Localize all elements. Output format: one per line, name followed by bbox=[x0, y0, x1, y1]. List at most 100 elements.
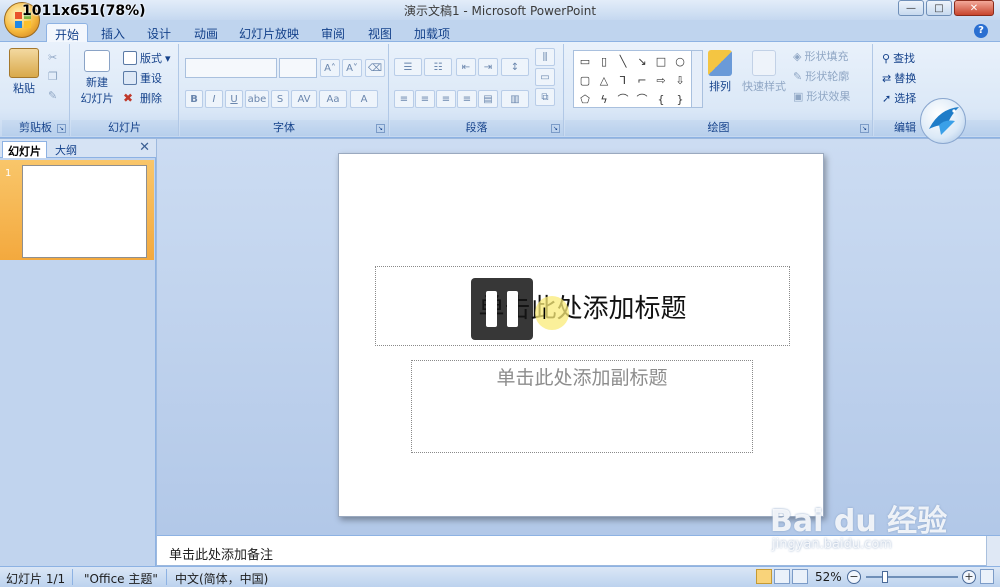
normal-view-button[interactable] bbox=[756, 569, 772, 584]
tab-insert[interactable]: 插入 bbox=[93, 23, 133, 42]
font-family-select[interactable] bbox=[185, 58, 277, 78]
select-button[interactable]: ➚ 选择 bbox=[882, 89, 916, 107]
help-icon[interactable]: ? bbox=[974, 24, 988, 38]
connector-shape-icon[interactable]: ⅂ bbox=[614, 71, 632, 89]
align-right-button[interactable]: ≡ bbox=[436, 90, 456, 108]
tab-slides[interactable]: 幻灯片 bbox=[2, 141, 47, 158]
new-slide-label-1: 新建 bbox=[86, 76, 108, 89]
reset-button[interactable]: 重设 bbox=[123, 69, 162, 87]
delete-button[interactable]: ✖ 删除 bbox=[123, 89, 162, 107]
copy-button[interactable]: ❐ bbox=[48, 67, 58, 85]
slide-sorter-view-button[interactable] bbox=[774, 569, 790, 584]
slide-thumbnail[interactable] bbox=[22, 165, 147, 258]
bullets-button[interactable]: ☰ bbox=[394, 58, 422, 76]
change-case-button[interactable]: Aa bbox=[319, 90, 347, 108]
shape-fill-button[interactable]: ◈ 形状填充 bbox=[793, 47, 848, 65]
tab-design[interactable]: 设计 bbox=[139, 23, 179, 42]
curve-shape-icon[interactable]: ⌒ bbox=[614, 90, 632, 108]
font-color-button[interactable]: A bbox=[350, 90, 378, 108]
slideshow-view-button[interactable] bbox=[792, 569, 808, 584]
bold-button[interactable]: B bbox=[185, 90, 203, 108]
tab-slideshow[interactable]: 幻灯片放映 bbox=[231, 23, 307, 42]
clipboard-launcher-icon[interactable]: ↘ bbox=[57, 124, 66, 133]
line-spacing-button[interactable]: ↕ bbox=[501, 58, 529, 76]
subtitle-placeholder[interactable]: 单击此处添加副标题 bbox=[411, 360, 753, 453]
align-text-button[interactable]: ▭ bbox=[535, 68, 555, 86]
shrink-font-button[interactable]: A˅ bbox=[342, 59, 362, 77]
line-shape-icon[interactable]: ╲ bbox=[614, 52, 632, 70]
close-button[interactable]: ✕ bbox=[954, 0, 994, 16]
tab-outline[interactable]: 大纲 bbox=[50, 141, 82, 158]
slide-canvas[interactable]: 单击此处添加标题 单击此处添加副标题 I bbox=[338, 153, 824, 517]
pentagon-shape-icon[interactable]: ⬠ bbox=[576, 90, 594, 108]
zoom-out-button[interactable]: − bbox=[847, 570, 861, 584]
notes-scrollbar[interactable] bbox=[986, 536, 1000, 566]
triangle-shape-icon[interactable]: △ bbox=[595, 71, 613, 89]
increase-indent-button[interactable]: ⇥ bbox=[478, 58, 498, 76]
right-arrow-shape-icon[interactable]: ⇨ bbox=[652, 71, 670, 89]
tab-animations[interactable]: 动画 bbox=[186, 23, 226, 42]
vtextbox-shape-icon[interactable]: ▯ bbox=[595, 52, 613, 70]
paste-button[interactable]: 粘贴 bbox=[6, 48, 42, 96]
tab-view[interactable]: 视图 bbox=[360, 23, 400, 42]
elbow-shape-icon[interactable]: ⌐ bbox=[633, 71, 651, 89]
oval-shape-icon[interactable]: ○ bbox=[671, 52, 689, 70]
arrow-line-shape-icon[interactable]: ↘ bbox=[633, 52, 651, 70]
grow-font-button[interactable]: A˄ bbox=[320, 59, 340, 77]
underline-button[interactable]: U bbox=[225, 90, 243, 108]
tab-review[interactable]: 审阅 bbox=[313, 23, 353, 42]
close-icon[interactable]: ✕ bbox=[139, 140, 150, 155]
lightning-shape-icon[interactable]: ϟ bbox=[595, 90, 613, 108]
cut-button[interactable]: ✂ bbox=[48, 48, 57, 66]
shape-effects-button[interactable]: ▣ 形状效果 bbox=[793, 87, 850, 105]
justify-button[interactable]: ≡ bbox=[457, 90, 477, 108]
minimize-button[interactable]: — bbox=[898, 0, 924, 16]
clear-format-button[interactable]: ⌫ bbox=[365, 59, 385, 77]
shape-outline-button[interactable]: ✎ 形状轮廓 bbox=[793, 67, 849, 85]
arc-shape-icon[interactable]: ⌒ bbox=[633, 90, 651, 108]
maximize-button[interactable]: □ bbox=[926, 0, 952, 16]
font-size-select[interactable] bbox=[279, 58, 317, 78]
zoom-level[interactable]: 52% bbox=[815, 570, 842, 584]
fit-to-window-button[interactable] bbox=[980, 569, 994, 584]
decrease-indent-button[interactable]: ⇤ bbox=[456, 58, 476, 76]
replace-button[interactable]: ⇄ 替换 bbox=[882, 69, 916, 87]
text-direction-button[interactable]: ⫼ bbox=[535, 48, 555, 66]
shapes-gallery-scroll[interactable] bbox=[691, 50, 703, 108]
columns-button[interactable]: ▥ bbox=[501, 90, 529, 108]
zoom-slider-track[interactable] bbox=[866, 576, 958, 578]
title-placeholder[interactable]: 单击此处添加标题 bbox=[375, 266, 790, 346]
rectangle-shape-icon[interactable]: □ bbox=[652, 52, 670, 70]
tab-home[interactable]: 开始 bbox=[46, 23, 89, 42]
format-painter-button[interactable]: ✎ bbox=[48, 86, 57, 104]
shadow-button[interactable]: S bbox=[271, 90, 289, 108]
notes-placeholder[interactable]: 单击此处添加备注 bbox=[169, 544, 273, 563]
distribute-button[interactable]: ▤ bbox=[478, 90, 498, 108]
align-left-button[interactable]: ≡ bbox=[394, 90, 414, 108]
font-launcher-icon[interactable]: ↘ bbox=[376, 124, 385, 133]
strikethrough-button[interactable]: abe bbox=[245, 90, 269, 108]
paragraph-launcher-icon[interactable]: ↘ bbox=[551, 124, 560, 133]
right-brace-shape-icon[interactable]: } bbox=[671, 90, 689, 108]
pause-icon[interactable] bbox=[471, 278, 533, 340]
down-arrow-shape-icon[interactable]: ⇩ bbox=[671, 71, 689, 89]
drawing-launcher-icon[interactable]: ↘ bbox=[860, 124, 869, 133]
left-brace-shape-icon[interactable]: { bbox=[652, 90, 670, 108]
zoom-slider-thumb[interactable] bbox=[882, 571, 888, 583]
numbering-button[interactable]: ☷ bbox=[424, 58, 452, 76]
zoom-in-button[interactable]: + bbox=[962, 570, 976, 584]
quick-styles-button[interactable]: 快速样式 bbox=[739, 50, 789, 94]
tab-addins[interactable]: 加载项 bbox=[406, 23, 458, 42]
smartart-button[interactable]: ⧉ bbox=[535, 88, 555, 106]
align-center-button[interactable]: ≡ bbox=[415, 90, 435, 108]
shapes-gallery[interactable]: ▭ ▯ ╲ ↘ □ ○ ▢ △ ⅂ ⌐ ⇨ ⇩ ⬠ ϟ ⌒ ⌒ {} bbox=[573, 50, 693, 108]
rounded-rect-shape-icon[interactable]: ▢ bbox=[576, 71, 594, 89]
find-button[interactable]: ⚲ 查找 bbox=[882, 49, 915, 67]
char-spacing-button[interactable]: AV bbox=[291, 90, 317, 108]
arrange-button[interactable]: 排列 bbox=[703, 50, 737, 94]
italic-button[interactable]: I bbox=[205, 90, 223, 108]
textbox-shape-icon[interactable]: ▭ bbox=[576, 52, 594, 70]
layout-button[interactable]: 版式 ▾ bbox=[123, 49, 171, 67]
language-status[interactable]: 中文(简体，中国) bbox=[175, 570, 268, 587]
new-slide-button[interactable]: 新建 幻灯片 bbox=[73, 50, 121, 106]
